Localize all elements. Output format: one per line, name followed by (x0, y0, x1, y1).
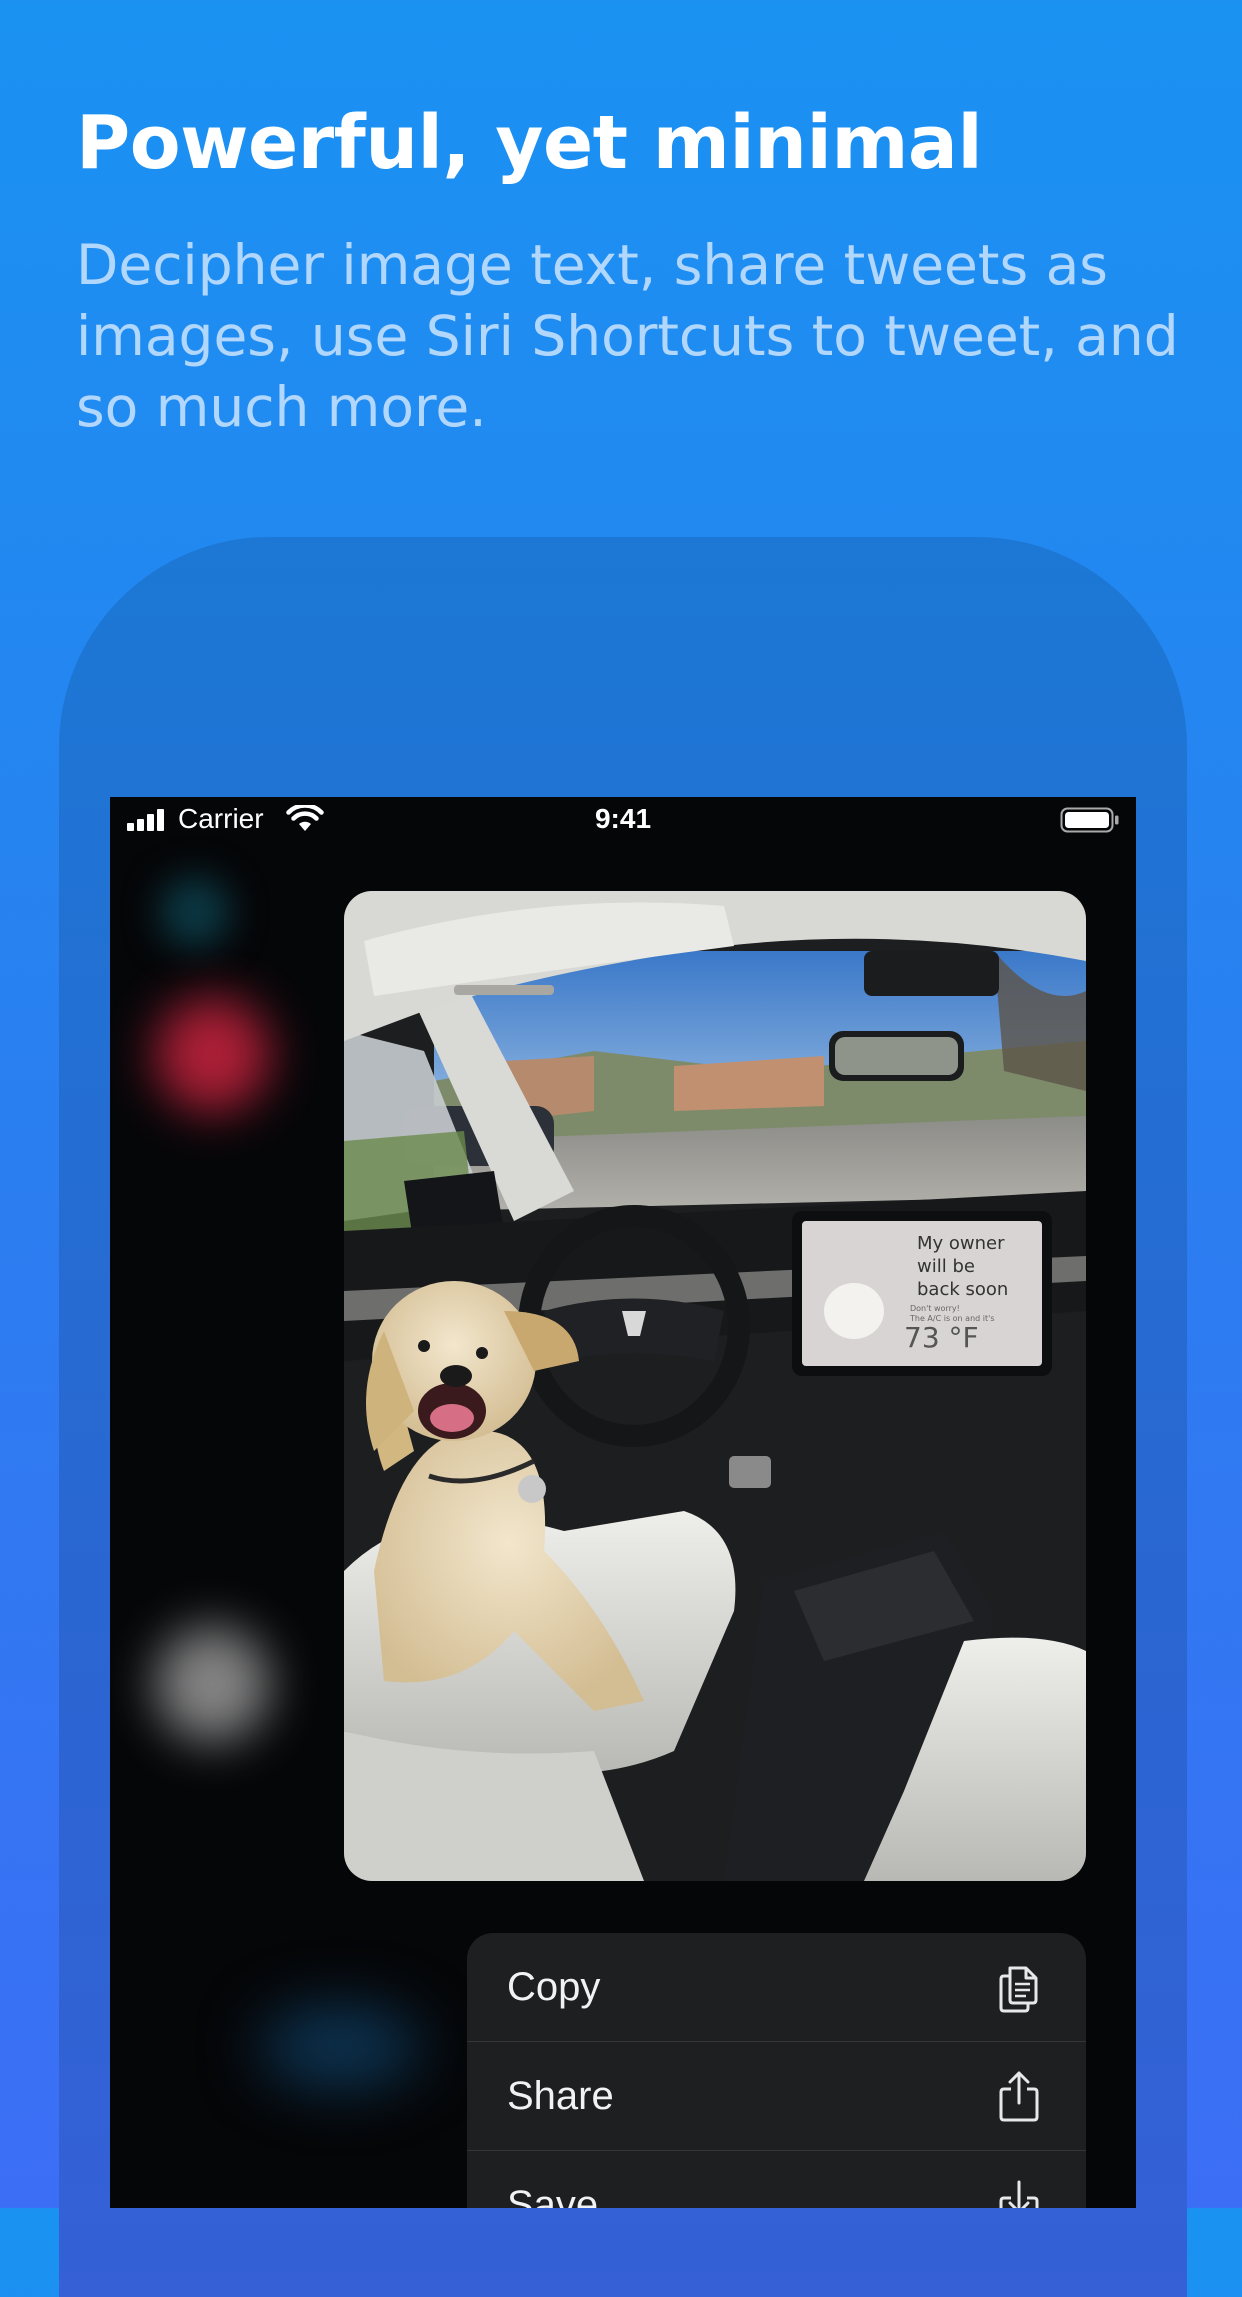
car-interior-photo: My owner will be back soon Don't worry! … (344, 891, 1086, 1881)
menu-item-label: Save (507, 2182, 599, 2209)
status-bar: Carrier 9:41 (110, 797, 1136, 843)
screen-text-line1: My owner (917, 1233, 1005, 1254)
menu-item-copy[interactable]: Copy (467, 1933, 1086, 2042)
screen-text-line3: back soon (917, 1279, 1008, 1300)
screen-temperature: 73 °F (904, 1321, 979, 1354)
blurred-avatar-gray (155, 1627, 270, 1742)
share-icon (999, 2071, 1039, 2122)
headline: Powerful, yet minimal (76, 100, 983, 186)
blurred-dot-teal (160, 877, 230, 947)
blurred-avatar-red (155, 997, 270, 1112)
menu-item-label: Copy (507, 1964, 601, 2009)
menu-item-share[interactable]: Share (467, 2042, 1086, 2151)
screen-text-line2: will be (917, 1256, 975, 1277)
context-menu: Copy Share Save (467, 1933, 1086, 2208)
blurred-dot-blue (260, 2007, 420, 2087)
phone-screen: Carrier 9:41 My owner will be back soon … (110, 797, 1136, 2208)
subheadline: Decipher image text, share tweets as ima… (76, 233, 1179, 439)
status-time: 9:41 (594, 803, 652, 834)
screen-text-small1: Don't worry! (910, 1304, 960, 1313)
copy-icon (999, 1966, 1038, 2013)
battery-icon (1060, 807, 1119, 833)
menu-item-save[interactable]: Save (467, 2151, 1086, 2208)
tweet-photo[interactable]: My owner will be back soon Don't worry! … (344, 891, 1086, 1881)
menu-item-label: Share (507, 2073, 614, 2118)
save-icon (999, 2180, 1039, 2208)
